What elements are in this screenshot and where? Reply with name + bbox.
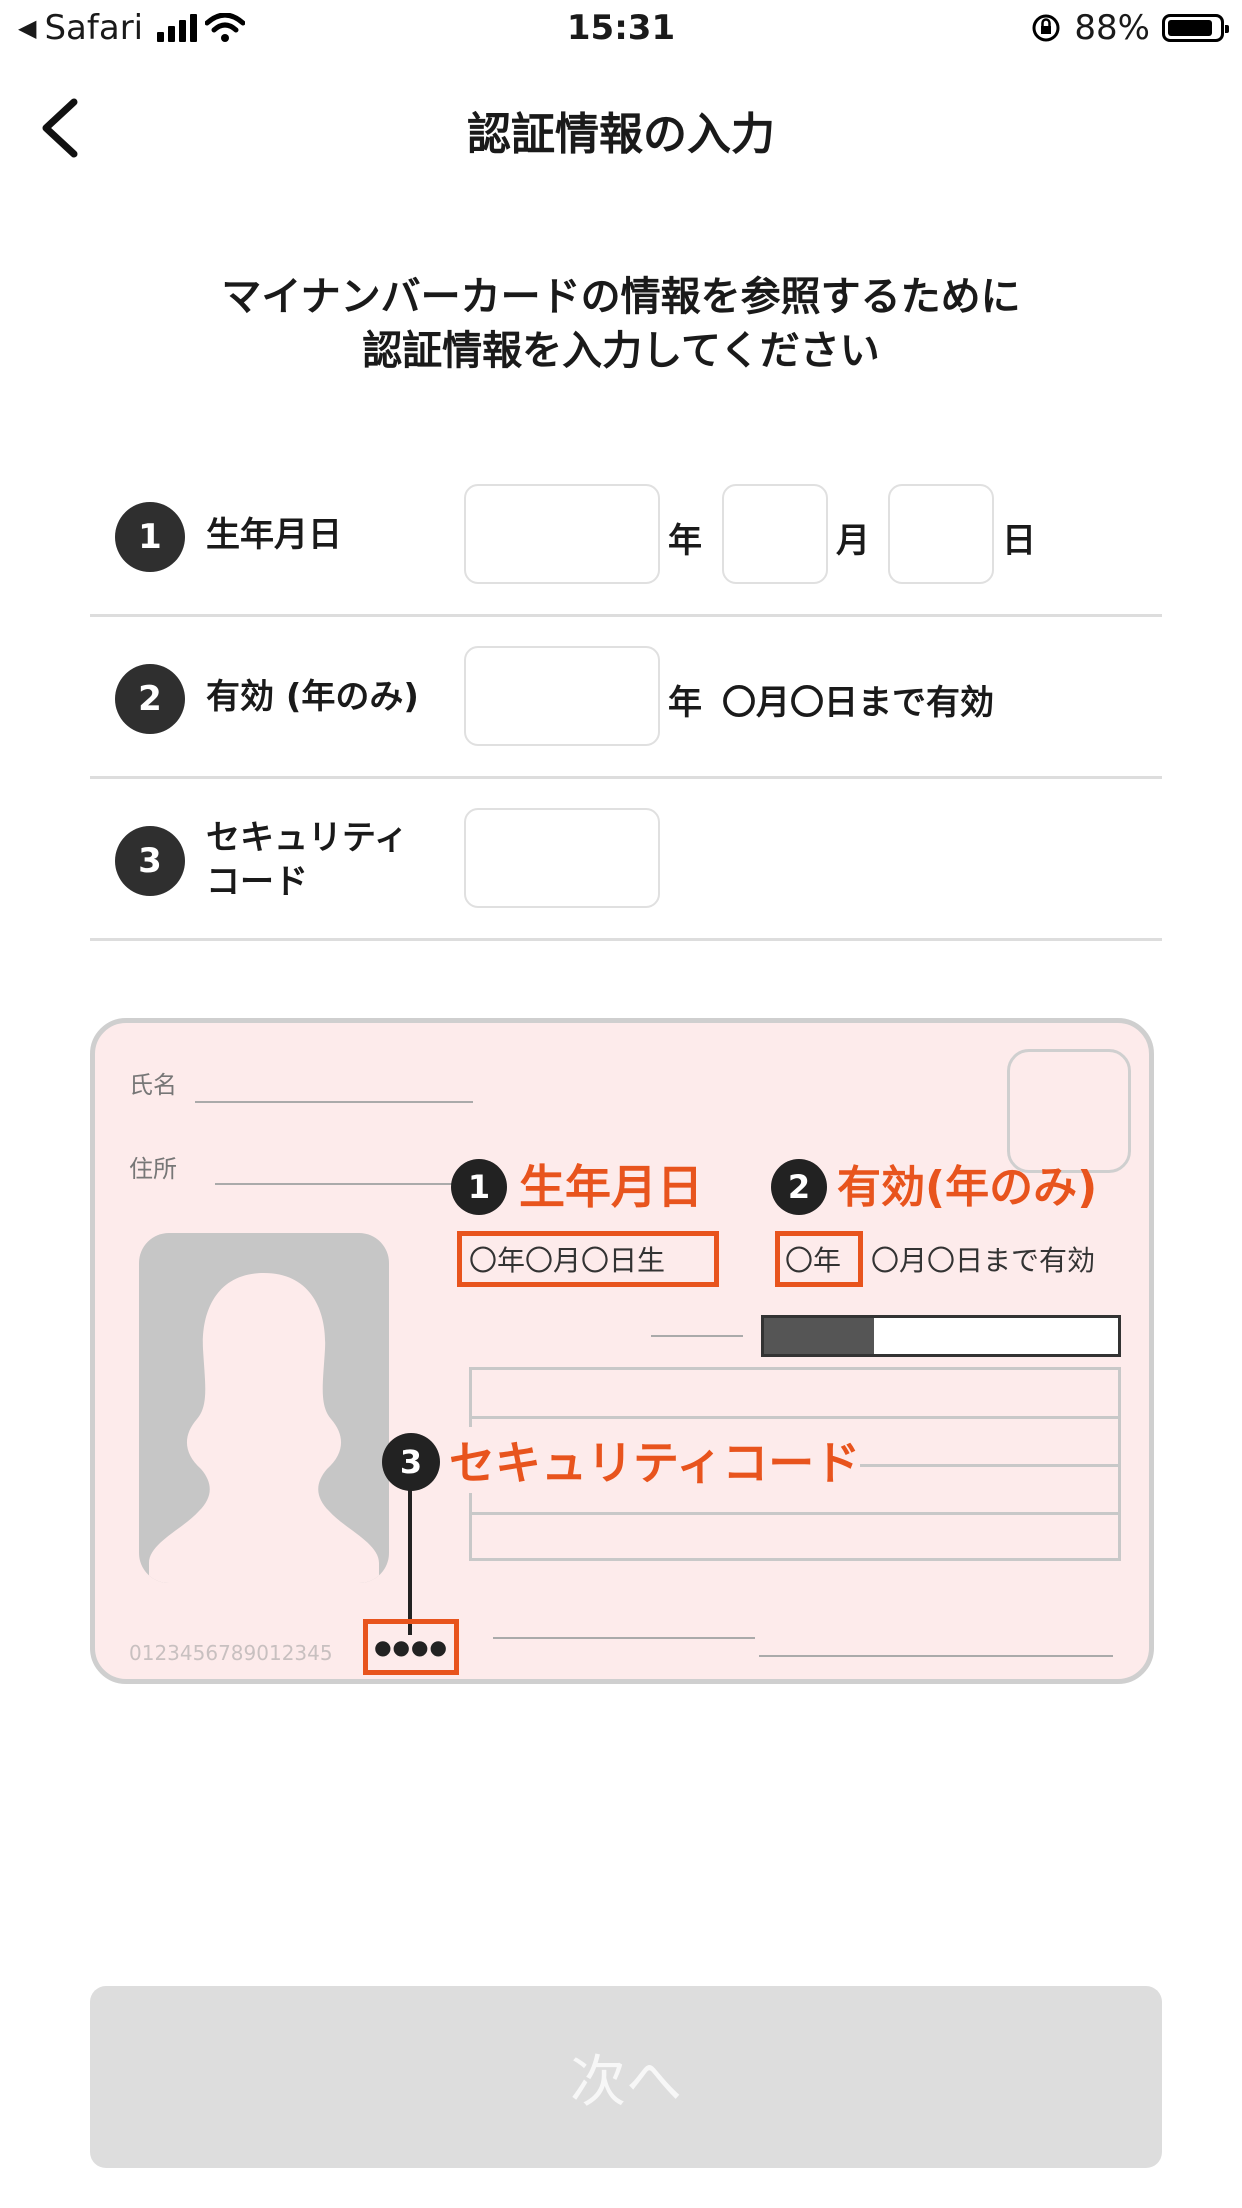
security-code-dots: ●●●● (374, 1635, 448, 1659)
security-code-input[interactable] (464, 808, 660, 908)
security-code-label-line-2: コード (206, 862, 308, 902)
card-birthdate-text: 〇年〇月〇日生 (469, 1244, 666, 1277)
security-code-highlight-box: ●●●● (363, 1619, 459, 1675)
divider (90, 614, 1162, 617)
card-misc-line (651, 1335, 743, 1337)
birthdate-label: 生年月日 (206, 515, 342, 555)
birth-day-input[interactable] (888, 484, 994, 584)
step-number-1: 1 (115, 502, 185, 572)
battery-icon (1162, 14, 1229, 42)
my-number-card-illustration: 氏名 住所 1 生年月日 〇年〇月〇日生 2 有効(年のみ) 〇年 〇月〇日まで… (90, 1018, 1154, 1684)
security-code-label-line-1: セキュリティ (206, 818, 408, 858)
card-name-line (195, 1101, 473, 1103)
card-bar-field (761, 1315, 1121, 1357)
card-callout-security-code: セキュリティコード (449, 1427, 861, 1493)
card-number: 0123456789012345 (129, 1641, 333, 1665)
step-number-3: 3 (115, 826, 185, 896)
validity-suffix: 〇月〇日まで有効 (722, 683, 994, 723)
validity-year-input[interactable] (464, 646, 660, 746)
security-code-label: セキュリティ コード (206, 816, 408, 904)
page-title: 認証情報の入力 (467, 109, 775, 160)
status-bar: ◀ Safari 15:31 88% (0, 0, 1242, 62)
card-callout-birthdate: 生年月日 (519, 1160, 703, 1214)
card-bottom-line-1 (493, 1637, 755, 1639)
card-photo (139, 1233, 389, 1583)
validity-year-unit: 年 (668, 683, 702, 723)
card-callout-validity: 有効(年のみ) (837, 1162, 1098, 1213)
validity-label: 有効 (年のみ) (206, 677, 419, 717)
birth-year-input[interactable] (464, 484, 660, 584)
card-address-label: 住所 (129, 1155, 177, 1183)
birth-month-input[interactable] (722, 484, 828, 584)
card-callout-number-3: 3 (382, 1433, 440, 1491)
card-name-label: 氏名 (129, 1071, 177, 1099)
step-number-2: 2 (115, 664, 185, 734)
divider (90, 776, 1162, 779)
card-validity-year: 〇年 (785, 1244, 842, 1277)
card-address-line (215, 1183, 475, 1185)
month-unit: 月 (836, 521, 870, 561)
next-button[interactable]: 次へ (90, 1986, 1162, 2168)
divider (90, 938, 1162, 941)
card-bottom-line-2 (759, 1655, 1113, 1657)
card-callout-number-1: 1 (451, 1159, 507, 1215)
intro-line-2: 認証情報を入力してください (362, 328, 880, 374)
intro-line-1: マイナンバーカードの情報を参照するために (221, 274, 1021, 320)
person-silhouette-icon (149, 1273, 379, 1583)
status-right: 88% (1030, 8, 1229, 48)
battery-percent: 88% (1074, 8, 1150, 48)
year-unit: 年 (668, 521, 702, 561)
card-validity-suffix: 〇月〇日まで有効 (871, 1244, 1096, 1277)
orientation-lock-icon (1032, 14, 1060, 42)
intro-text: マイナンバーカードの情報を参照するために 認証情報を入力してください (0, 270, 1242, 378)
card-callout-number-2: 2 (771, 1159, 827, 1215)
day-unit: 日 (1002, 521, 1036, 561)
